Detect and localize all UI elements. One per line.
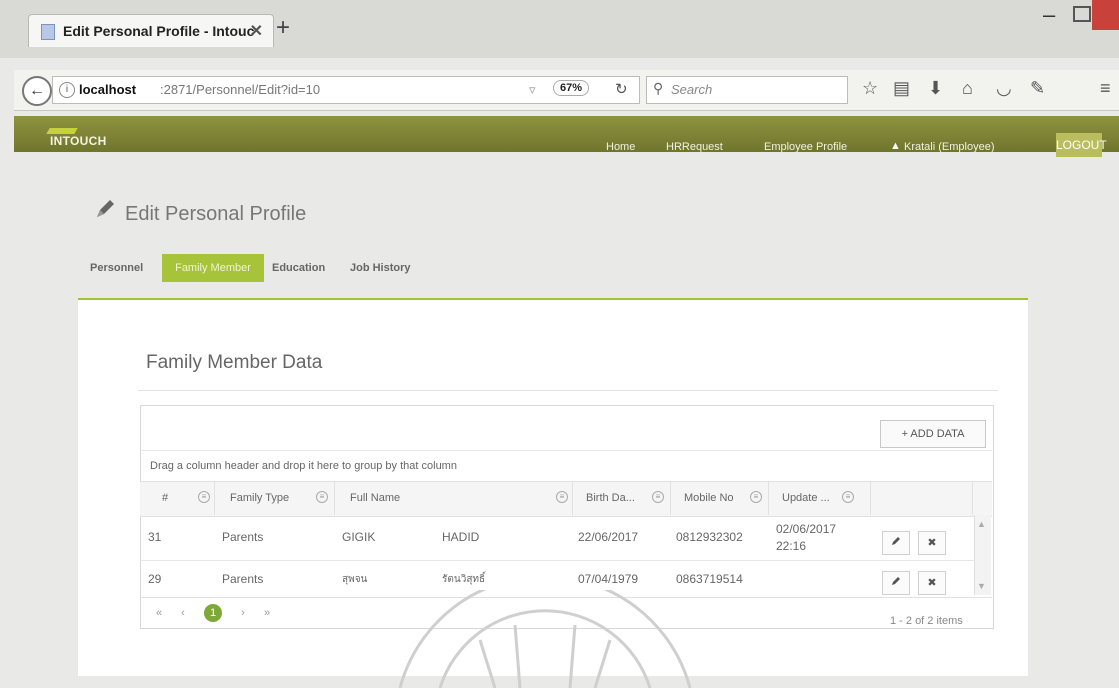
previous-page-icon[interactable]: ‹ <box>174 604 192 622</box>
section-title: Family Member Data <box>146 352 323 373</box>
row-update-date: 02/06/2017 <box>776 522 837 536</box>
reading-list-icon[interactable]: ▤ <box>893 78 910 99</box>
filter-icon[interactable]: ≡ <box>652 491 664 503</box>
column-separator <box>768 481 769 515</box>
scroll-up-icon[interactable]: ▲ <box>977 519 986 529</box>
download-icon[interactable]: ⬇ <box>928 78 943 99</box>
new-tab-button[interactable]: + <box>276 14 290 42</box>
extensions-icon[interactable]: ✎ <box>1030 78 1045 99</box>
url-host: localhost <box>79 82 137 97</box>
row-mobile: 0863719514 <box>676 572 743 586</box>
divider <box>138 390 998 391</box>
row-last-name: รัตนวิสุทธิ์ <box>442 574 486 585</box>
search-icon: ⚲ <box>653 80 664 96</box>
row-birth-date: 07/04/1979 <box>578 572 639 586</box>
app-logo[interactable]: INTOUCH <box>50 134 107 148</box>
scroll-down-icon[interactable]: ▼ <box>977 581 986 591</box>
zoom-indicator[interactable]: 67% <box>553 80 590 96</box>
row-birth-date: 22/06/2017 <box>578 530 639 544</box>
row-first-name: GIGIK <box>342 530 376 544</box>
filter-icon[interactable]: ≡ <box>842 491 854 503</box>
row-id: 31 <box>148 530 162 544</box>
first-page-icon[interactable]: « <box>150 604 168 622</box>
window-minimize-button[interactable]: – <box>1043 2 1055 28</box>
group-by-hint[interactable]: Drag a column header and drop it here to… <box>150 460 457 472</box>
column-separator <box>670 481 671 515</box>
nav-home[interactable]: Home <box>606 141 635 153</box>
column-header-full-name[interactable]: Full Name <box>350 492 400 504</box>
nav-employee-profile[interactable]: Employee Profile <box>764 141 847 153</box>
filter-icon[interactable]: ≡ <box>316 491 328 503</box>
row-divider <box>140 560 974 561</box>
nav-hrrequest[interactable]: HRRequest <box>666 141 723 153</box>
menu-icon[interactable]: ≡ <box>1100 78 1111 99</box>
logout-button[interactable]: LOGOUT <box>1056 133 1107 157</box>
tab-title: Edit Personal Profile - Intouc <box>63 23 255 39</box>
row-update-time: 22:16 <box>776 539 807 553</box>
column-header-update[interactable]: Update ... <box>782 492 830 504</box>
page-number-current[interactable]: 1 <box>204 604 222 622</box>
delete-row-button[interactable]: ✖ <box>918 571 946 595</box>
page-favicon-icon <box>41 24 55 40</box>
info-icon[interactable]: i <box>59 82 75 98</box>
filter-icon[interactable]: ≡ <box>750 491 762 503</box>
last-page-icon[interactable]: » <box>258 604 276 622</box>
delete-icon: ✖ <box>927 577 937 589</box>
column-separator <box>972 481 973 515</box>
pager-items-info: 1 - 2 of 2 items <box>890 615 963 627</box>
pencil-icon <box>892 537 900 545</box>
current-user[interactable]: Kratali (Employee) <box>904 141 994 153</box>
bookmark-star-icon[interactable]: ☆ <box>862 78 878 99</box>
column-header-id[interactable]: # <box>162 492 168 504</box>
add-data-button[interactable]: + ADD DATA <box>880 420 986 448</box>
user-icon: ▲ <box>890 140 901 152</box>
delete-icon: ✖ <box>927 537 937 549</box>
row-last-name: HADID <box>442 530 480 544</box>
column-header-mobile-no[interactable]: Mobile No <box>684 492 734 504</box>
row-id: 29 <box>148 572 162 586</box>
column-separator <box>214 481 215 515</box>
edit-row-button[interactable] <box>882 531 910 555</box>
filter-icon[interactable]: ≡ <box>198 491 210 503</box>
next-page-icon[interactable]: › <box>234 604 252 622</box>
home-icon[interactable]: ⌂ <box>962 78 973 99</box>
browser-tab[interactable]: Edit Personal Profile - Intouc ✕ <box>28 14 274 47</box>
watermark-seal-icon <box>398 590 692 688</box>
column-separator <box>870 481 871 515</box>
edit-row-button[interactable] <box>882 571 910 595</box>
url-path: :2871/Personnel/Edit?id=10 <box>160 82 321 97</box>
grid-scrollbar[interactable]: ▲ ▼ <box>974 515 991 595</box>
row-first-name: สุพจน <box>342 574 368 585</box>
pencil-icon <box>892 577 900 585</box>
back-icon[interactable]: ← <box>22 76 52 106</box>
row-family-type: Parents <box>222 572 264 586</box>
divider <box>140 450 992 451</box>
window-close-button[interactable] <box>1092 0 1119 30</box>
row-mobile: 0812932302 <box>676 530 743 544</box>
dropdown-arrow-icon[interactable]: ▿ <box>529 82 536 98</box>
column-header-birth-date[interactable]: Birth Da... <box>586 492 635 504</box>
close-tab-icon[interactable]: ✕ <box>250 21 263 41</box>
pocket-icon[interactable]: ◡ <box>996 78 1012 99</box>
search-placeholder: Search <box>671 82 713 97</box>
row-family-type: Parents <box>222 530 264 544</box>
reload-icon[interactable]: ↻ <box>615 80 628 98</box>
pencil-icon <box>94 196 118 225</box>
delete-row-button[interactable]: ✖ <box>918 531 946 555</box>
column-header-family-type[interactable]: Family Type <box>230 492 289 504</box>
tab-personnel[interactable]: Personnel <box>90 262 143 274</box>
search-input[interactable]: ⚲ Search <box>646 76 848 104</box>
filter-icon[interactable]: ≡ <box>556 491 568 503</box>
address-bar[interactable]: i localhost :2871/Personnel/Edit?id=10 ▿… <box>52 76 640 104</box>
page-title: Edit Personal Profile <box>125 203 307 225</box>
window-maximize-button[interactable] <box>1073 6 1091 22</box>
column-separator <box>572 481 573 515</box>
tab-education[interactable]: Education <box>272 262 325 274</box>
column-separator <box>334 481 335 515</box>
tab-family-member[interactable]: Family Member <box>162 254 264 282</box>
tab-job-history[interactable]: Job History <box>350 262 411 274</box>
